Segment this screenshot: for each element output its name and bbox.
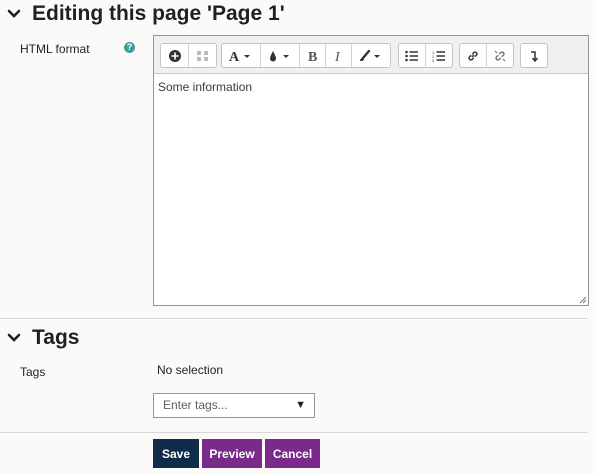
tags-input[interactable]: Enter tags... ▼ xyxy=(153,393,315,418)
accessibility-icon[interactable] xyxy=(189,44,216,67)
bullet-list-icon[interactable] xyxy=(399,44,426,67)
bold-icon[interactable]: B xyxy=(300,44,326,67)
tags-title: Tags xyxy=(32,326,80,349)
page-heading: Editing this page 'Page 1' xyxy=(6,2,285,26)
toolbar-group-insert xyxy=(520,43,548,68)
expand-toolbar-icon[interactable] xyxy=(161,44,189,67)
numbered-list-icon[interactable]: 123 xyxy=(426,44,452,67)
text-color-icon[interactable] xyxy=(261,44,300,67)
cancel-button[interactable]: Cancel xyxy=(265,439,320,468)
unlink-icon[interactable] xyxy=(487,44,513,67)
question-circle-icon[interactable]: ? xyxy=(124,42,135,53)
editor-content[interactable]: Some information xyxy=(154,74,588,100)
svg-text:A: A xyxy=(229,50,240,63)
paint-brush-icon[interactable] xyxy=(352,44,390,67)
html-editor[interactable]: A B I 123 Some information xyxy=(153,35,589,306)
svg-text:3: 3 xyxy=(432,58,435,62)
form-divider xyxy=(0,432,588,433)
italic-icon[interactable]: I xyxy=(326,44,352,67)
tags-selection-text: No selection xyxy=(157,363,224,377)
toolbar-group-font: A B I xyxy=(221,43,391,68)
svg-text:B: B xyxy=(308,50,317,63)
editor-toolbar: A B I 123 xyxy=(154,36,588,74)
toolbar-group-toggle xyxy=(160,43,217,68)
save-button[interactable]: Save xyxy=(153,439,199,468)
preview-button[interactable]: Preview xyxy=(202,439,262,468)
resize-handle-icon[interactable] xyxy=(579,296,587,304)
tags-input-placeholder: Enter tags... xyxy=(163,398,228,412)
editor-label: HTML format xyxy=(20,42,90,56)
svg-text:I: I xyxy=(334,50,341,63)
return-icon[interactable] xyxy=(521,44,547,67)
tags-heading: Tags xyxy=(6,326,79,350)
tags-label: Tags xyxy=(20,365,46,379)
toolbar-group-lists: 123 xyxy=(398,43,453,68)
dropdown-arrow-icon[interactable]: ▼ xyxy=(295,394,306,417)
link-icon[interactable] xyxy=(460,44,487,67)
toolbar-group-links xyxy=(459,43,514,68)
section-divider xyxy=(0,318,588,319)
page-title: Editing this page 'Page 1' xyxy=(32,2,285,25)
chevron-down-icon[interactable] xyxy=(6,6,22,22)
font-size-icon[interactable]: A xyxy=(222,44,261,67)
chevron-down-icon[interactable] xyxy=(6,330,22,346)
